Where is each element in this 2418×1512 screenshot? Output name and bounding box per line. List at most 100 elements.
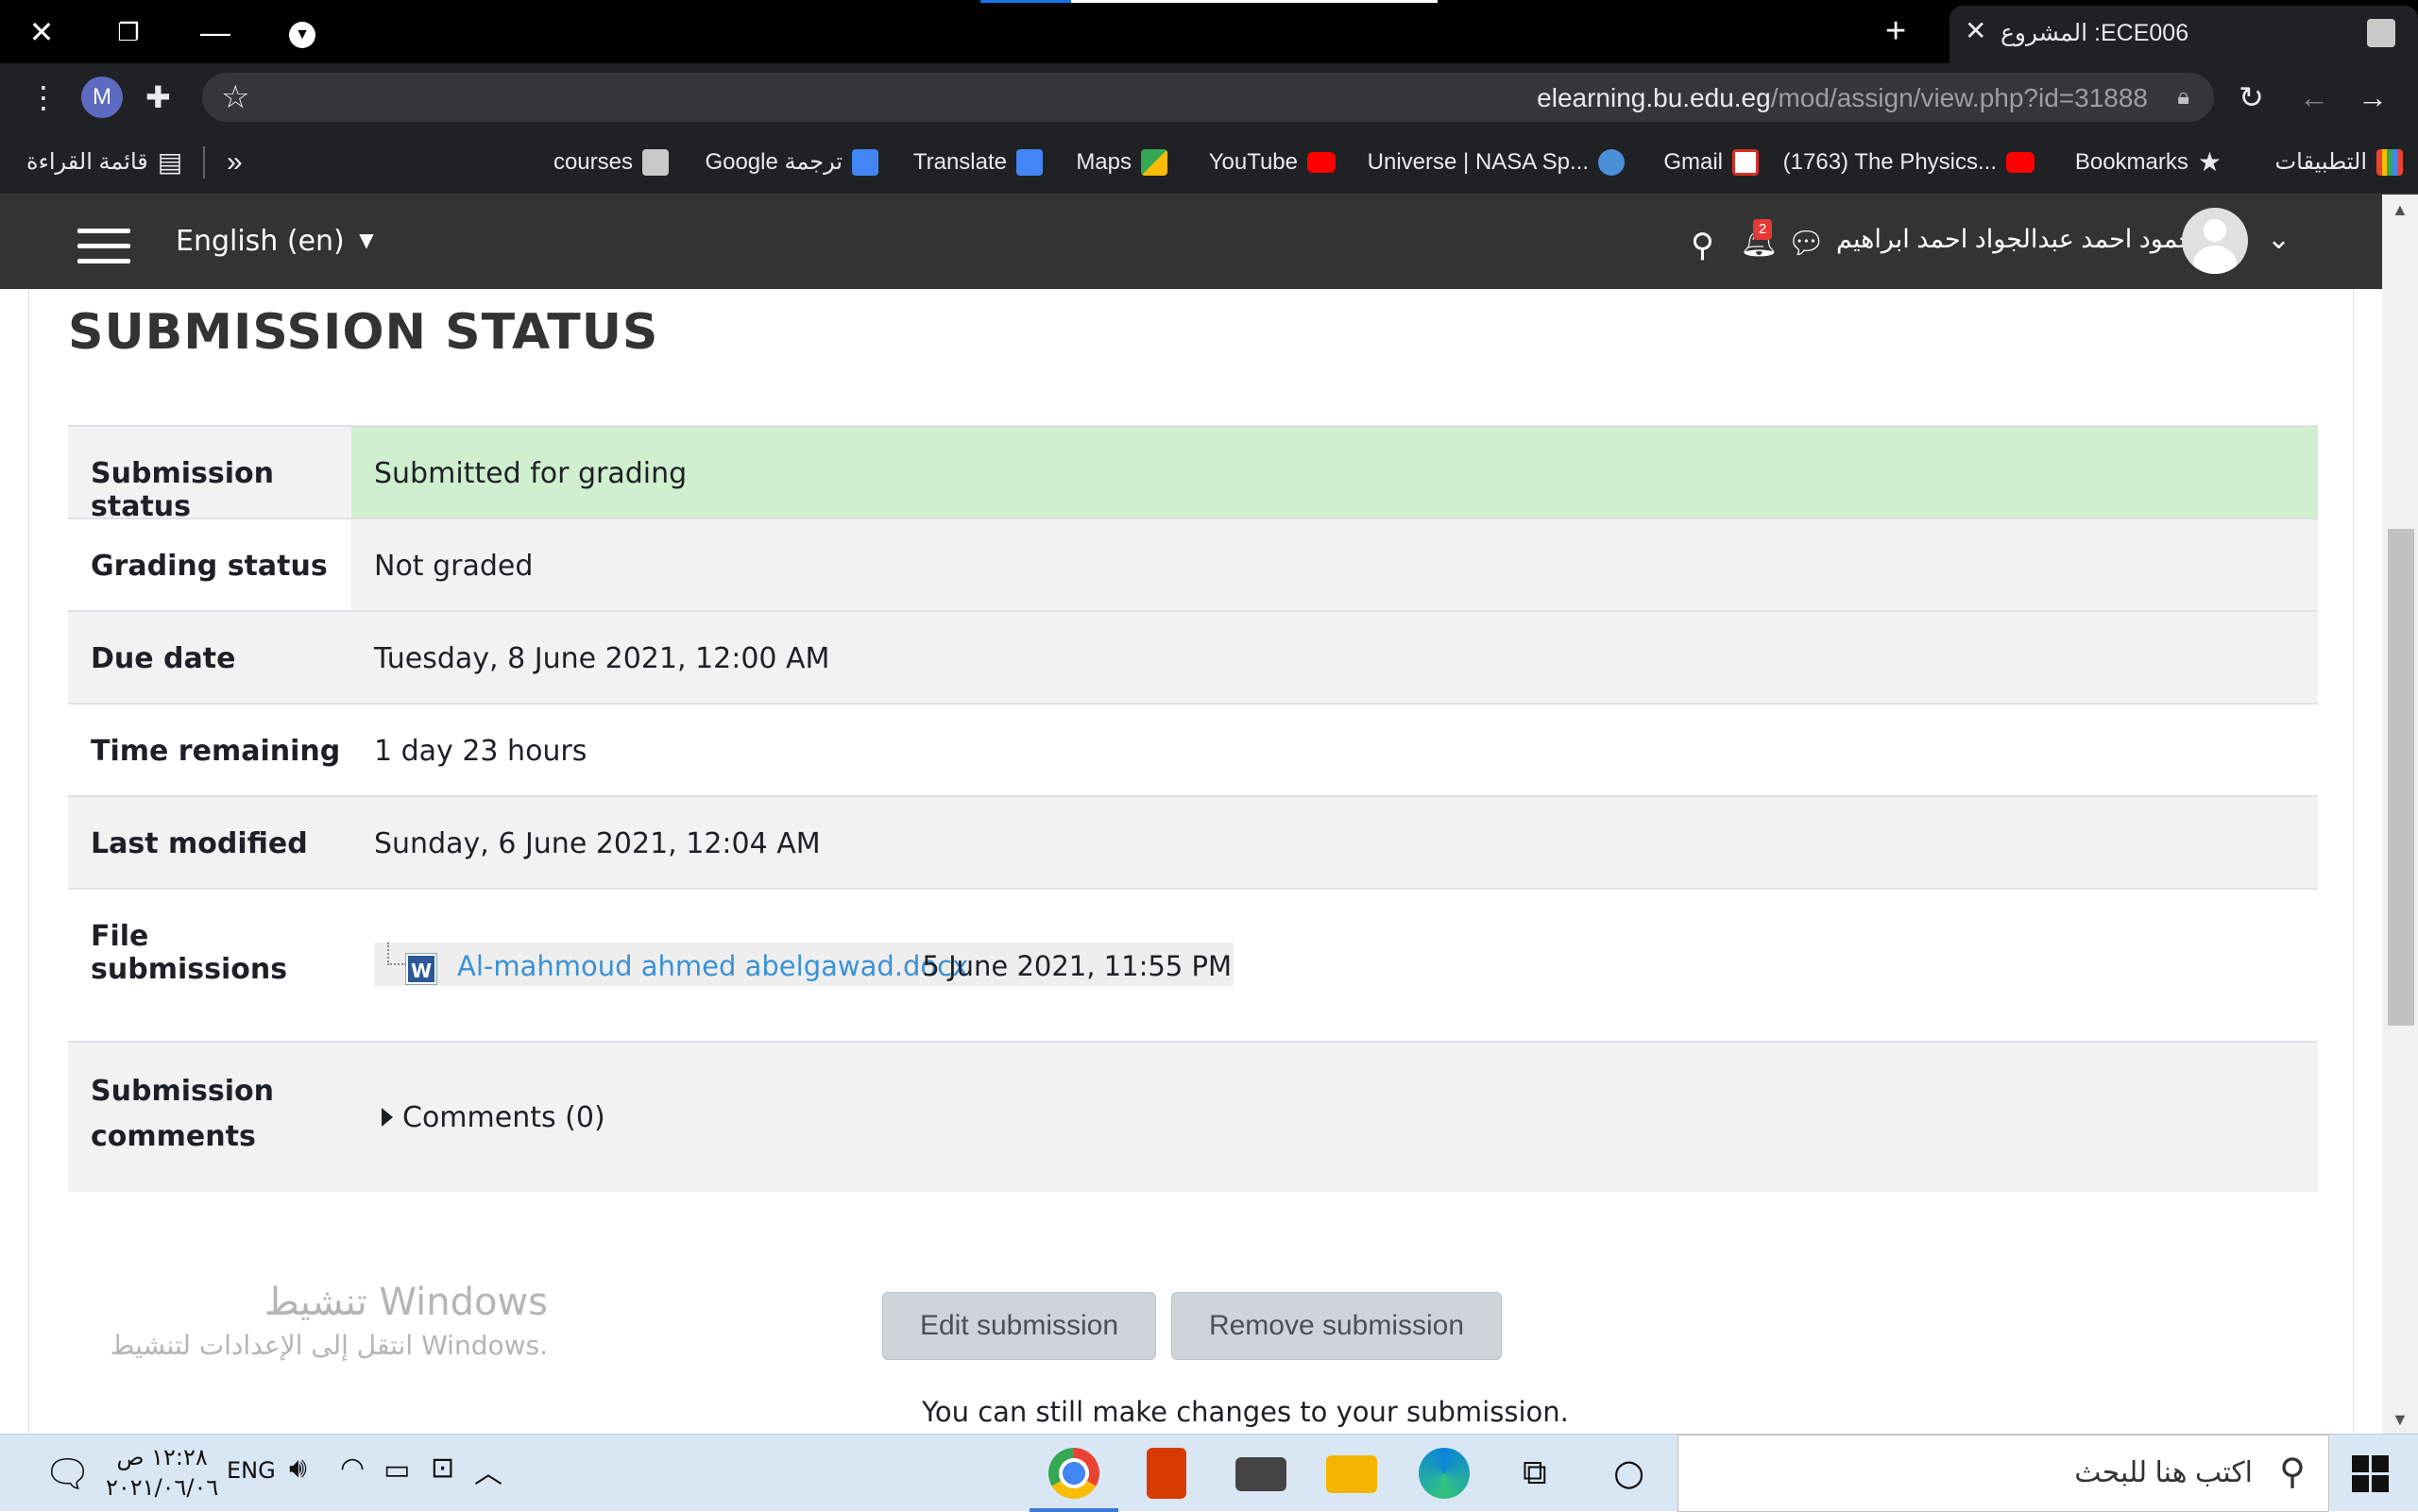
- chrome-icon[interactable]: [1048, 1448, 1099, 1499]
- row-label: Submission status: [91, 457, 274, 523]
- tab-strip: ✕ ❐ — ▼ + ✕ المشروع :ECE006: [0, 0, 2418, 63]
- reload-icon[interactable]: ↻: [2239, 80, 2264, 114]
- row-value: Comments (0): [351, 1043, 2318, 1192]
- row-label: Last modified: [91, 827, 308, 860]
- notifications-bell-icon[interactable]: 🔔︎ 2: [1740, 219, 1779, 259]
- remove-submission-button[interactable]: Remove submission: [1171, 1292, 1502, 1360]
- scroll-down-icon[interactable]: ▼: [2392, 1410, 2409, 1430]
- meet-now-icon[interactable]: ⊡: [431, 1452, 454, 1485]
- browser-toolbar: ⋮ M ✚ ☆ elearning.bu.edu.eg/mod/assign/v…: [0, 63, 2418, 131]
- extensions-puzzle-icon[interactable]: ✚: [145, 80, 171, 114]
- notifications-icon[interactable]: 🗨︎: [43, 1452, 92, 1496]
- windows-start-icon[interactable]: [2352, 1455, 2390, 1493]
- user-avatar[interactable]: [2182, 208, 2248, 274]
- table-row: Submission status Submitted for grading: [68, 425, 2318, 523]
- bookmark-label: Google ترجمة: [705, 149, 843, 175]
- watermark-title: تنشيط Windows: [264, 1281, 548, 1324]
- chevron-down-icon[interactable]: ⌄: [2267, 223, 2290, 256]
- bookmark-google-translate[interactable]: Google ترجمة: [705, 144, 878, 180]
- reading-list-icon: ▤: [157, 147, 183, 177]
- table-row: Time remaining 1 day 23 hours: [68, 703, 2318, 795]
- row-label: Submission comments: [91, 1075, 274, 1153]
- close-window-icon[interactable]: ✕: [19, 9, 64, 55]
- language-label: English (en): [176, 225, 345, 258]
- tab-title: المشروع :ECE006: [2001, 20, 2189, 46]
- bookmark-star-icon[interactable]: ☆: [221, 78, 249, 116]
- tab-favicon-icon: [2367, 19, 2395, 47]
- office-icon[interactable]: [1147, 1448, 1186, 1499]
- more-bookmarks-chevron-icon[interactable]: »: [227, 144, 243, 180]
- restore-window-icon[interactable]: ❐: [106, 9, 151, 55]
- file-explorer-icon[interactable]: [1326, 1455, 1377, 1493]
- task-view-icon[interactable]: ⧉: [1523, 1453, 1547, 1493]
- bookmark-label: courses: [553, 149, 633, 175]
- search-icon[interactable]: ⚲: [1691, 227, 1714, 264]
- gmail-icon: [1732, 149, 1759, 176]
- edit-submission-button[interactable]: Edit submission: [882, 1292, 1156, 1360]
- file-link[interactable]: Al-mahmoud ahmed abelgawad.docx: [457, 950, 968, 982]
- profile-avatar[interactable]: M: [81, 76, 123, 118]
- wifi-icon[interactable]: ◠: [340, 1452, 365, 1485]
- lock-icon[interactable]: 🔒︎: [2177, 84, 2189, 110]
- new-tab-button[interactable]: +: [1885, 13, 1906, 49]
- cortana-icon[interactable]: ○: [1613, 1452, 1644, 1493]
- row-value: Sunday, 6 June 2021, 12:04 AM: [374, 827, 821, 860]
- windows-activation-watermark: تنشيط Windows انتقل إلى الإعدادات لتنشيط…: [110, 1281, 548, 1361]
- bookmark-apps[interactable]: التطبيقات: [2275, 144, 2403, 180]
- table-row: File submissions W Al-mahmoud ahmed abel…: [68, 888, 2318, 1041]
- comments-toggle[interactable]: Comments (0): [382, 1101, 605, 1134]
- page-scrollbar[interactable]: ▲ ▼: [2382, 195, 2418, 1434]
- bookmark-translate[interactable]: Translate: [913, 144, 1043, 180]
- show-hidden-icons-chevron-icon[interactable]: ︿: [474, 1450, 502, 1491]
- bookmark-maps[interactable]: Maps: [1076, 144, 1167, 180]
- row-label: Time remaining: [91, 735, 341, 768]
- scroll-up-icon[interactable]: ▲: [2392, 200, 2409, 220]
- bookmark-physics[interactable]: (1763) The Physics...: [1783, 144, 2035, 180]
- battery-icon[interactable]: ▭: [383, 1453, 410, 1487]
- active-tab[interactable]: ✕ المشروع :ECE006: [1950, 6, 2418, 63]
- bookmark-nasa[interactable]: Universe | NASA Sp...: [1368, 144, 1625, 180]
- mail-icon[interactable]: [1235, 1457, 1286, 1491]
- url-text: elearning.bu.edu.eg/mod/assign/view.php?…: [1537, 83, 2148, 113]
- divider: [203, 146, 206, 178]
- user-name[interactable]: محمود احمد عبدالجواد احمد ابراهيم: [1836, 225, 2208, 254]
- minimize-window-icon[interactable]: —: [193, 9, 238, 55]
- courses-icon: [642, 149, 669, 176]
- search-icon: ⚲: [2279, 1453, 2306, 1492]
- language-indicator[interactable]: ENG: [227, 1457, 276, 1484]
- bookmark-label: Bookmarks: [2074, 149, 2188, 175]
- bookmark-youtube[interactable]: YouTube: [1209, 144, 1336, 180]
- reading-list[interactable]: قائمة القراءة ▤: [26, 144, 206, 180]
- star-icon: ★: [2197, 147, 2222, 177]
- url-path: /mod/assign/view.php?id=31888: [1770, 83, 2148, 112]
- language-menu[interactable]: English (en) ▼: [176, 225, 374, 258]
- clock-time: ١٢:٢٨ ص: [116, 1444, 208, 1470]
- forward-arrow-icon[interactable]: →: [2358, 80, 2388, 114]
- address-bar[interactable]: ☆ elearning.bu.edu.eg/mod/assign/view.ph…: [202, 73, 2214, 122]
- page-title: SUBMISSION STATUS: [68, 304, 659, 361]
- volume-icon[interactable]: 🔊︎: [289, 1452, 307, 1485]
- menu-dots-icon[interactable]: ⋮: [28, 80, 59, 114]
- taskbar-search-box[interactable]: اكتب هنا للبحث ⚲: [1677, 1435, 2329, 1512]
- back-arrow-icon[interactable]: ←: [2299, 80, 2329, 114]
- nasa-icon: [1598, 149, 1625, 176]
- row-value: W Al-mahmoud ahmed abelgawad.docx 5 June…: [351, 890, 2318, 1041]
- row-label: Grading status: [68, 519, 351, 610]
- tab-close-icon[interactable]: ✕: [1965, 15, 1986, 46]
- tab-search-icon[interactable]: ▼: [280, 9, 325, 55]
- scrollbar-thumb[interactable]: [2388, 529, 2414, 1026]
- bookmark-label: التطبيقات: [2274, 149, 2367, 175]
- youtube-icon: [2006, 152, 2035, 173]
- bookmark-courses[interactable]: courses: [553, 144, 669, 180]
- messages-chat-icon[interactable]: 💬︎: [1787, 225, 1826, 261]
- maps-icon: [1141, 149, 1167, 176]
- hamburger-menu-icon[interactable]: [77, 229, 130, 266]
- edge-icon[interactable]: [1419, 1448, 1470, 1499]
- bookmark-gmail[interactable]: Gmail: [1663, 144, 1759, 180]
- site-navbar: English (en) ▼ ⚲ 🔔︎ 2 💬︎ محمود احمد عبدال…: [0, 195, 2382, 289]
- clock[interactable]: ١٢:٢٨ ص ٢٠٢١/٠٦/٠٦: [106, 1442, 218, 1503]
- translate-icon: [1016, 149, 1043, 176]
- submission-hint: You can still make changes to your submi…: [922, 1396, 1569, 1428]
- bookmark-bookmarks[interactable]: Bookmarks ★: [2075, 144, 2222, 180]
- windows-taskbar: 🗨︎ ١٢:٢٨ ص ٢٠٢١/٠٦/٠٦ ENG 🔊︎ ◠ ▭ ⊡ ︿ ⧉ ○…: [0, 1434, 2418, 1512]
